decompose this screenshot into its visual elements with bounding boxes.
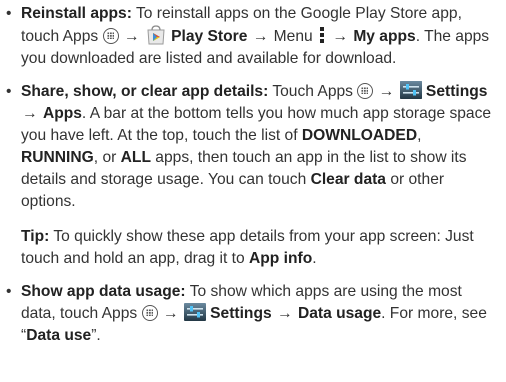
data-usage-title: Show app data usage: (21, 283, 186, 300)
share-comma: , (417, 127, 422, 144)
bullet: • (6, 83, 12, 100)
apps-icon (102, 28, 119, 44)
tip-label: Tip: (21, 228, 50, 245)
reinstall-title: Reinstall apps: (21, 5, 132, 22)
data-use-link[interactable]: Data use (26, 327, 91, 344)
share-or: , or (93, 149, 121, 166)
downloaded-label: DOWNLOADED (301, 127, 418, 144)
settings-label: Settings (425, 83, 488, 100)
play-store-icon (147, 25, 165, 45)
all-label: ALL (120, 149, 151, 166)
apps-label: Apps (42, 105, 82, 122)
arrow-icon: → (332, 28, 348, 45)
list-item-data-usage: • Show app data usage: To show which apps… (6, 281, 498, 347)
bullet: • (6, 5, 12, 22)
app-info-label: App info (249, 250, 313, 267)
data-usage-label: Data usage (297, 305, 382, 322)
tip-text-1: To quickly show these app details from y… (21, 228, 474, 267)
arrow-icon: → (277, 305, 293, 322)
tip-paragraph: Tip: To quickly show these app details f… (6, 226, 498, 270)
share-title: Share, show, or clear app details: (21, 83, 269, 100)
my-apps-label: My apps (353, 28, 416, 45)
help-page: • Reinstall apps: To reinstall apps on th… (0, 0, 506, 382)
share-text-1: Touch Apps (268, 83, 358, 100)
play-store-label: Play Store (171, 28, 248, 45)
tip-text-2: . (312, 250, 317, 267)
arrow-icon: → (252, 28, 269, 45)
list-item-share-show-clear: • Share, show, or clear app details: Touc… (6, 81, 498, 213)
arrow-icon: → (22, 105, 38, 122)
list-item-reinstall-apps: • Reinstall apps: To reinstall apps on th… (6, 3, 498, 70)
apps-icon (357, 83, 374, 99)
arrow-icon: → (123, 28, 140, 45)
settings-label: Settings (210, 305, 272, 322)
clear-data-label: Clear data (310, 171, 386, 188)
arrow-icon: → (162, 305, 179, 322)
apps-icon (141, 305, 158, 321)
settings-icon (183, 303, 206, 321)
running-label: RUNNING (21, 149, 94, 166)
menu-icon (320, 27, 325, 43)
reinstall-text-2: Menu (269, 28, 318, 45)
bullet: • (6, 283, 12, 300)
settings-icon (399, 81, 422, 99)
arrow-icon: → (378, 83, 395, 100)
data-usage-text-3: ”. (91, 327, 101, 344)
